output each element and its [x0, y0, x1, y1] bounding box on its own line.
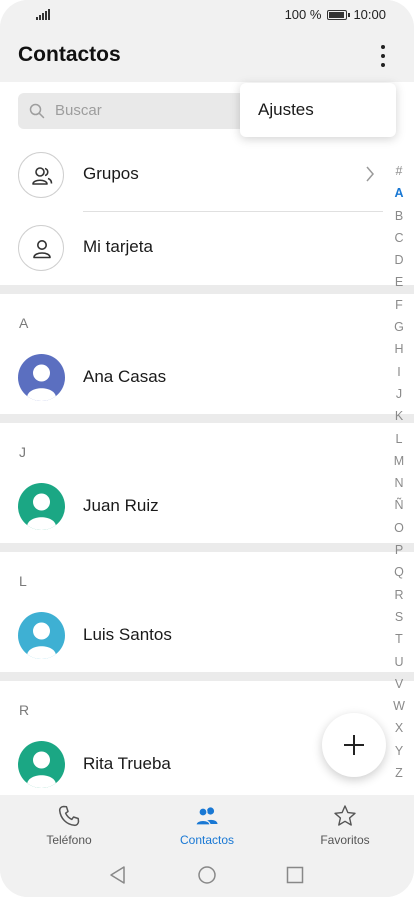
index-letter[interactable]: X — [388, 717, 410, 739]
plus-icon — [344, 735, 364, 755]
menu-item-settings[interactable]: Ajustes — [258, 100, 314, 120]
index-letter[interactable]: L — [388, 428, 410, 450]
chevron-right-icon — [366, 166, 374, 182]
tab-label: Teléfono — [46, 833, 92, 847]
system-navigation-bar — [0, 855, 414, 897]
index-letter[interactable]: E — [388, 271, 410, 293]
avatar — [18, 741, 65, 788]
index-letter[interactable]: # — [388, 160, 410, 182]
index-letter[interactable]: V — [388, 673, 410, 695]
contact-row[interactable]: Juan Ruiz — [0, 471, 380, 543]
index-letter[interactable]: U — [388, 651, 410, 673]
index-letter[interactable]: W — [388, 695, 410, 717]
index-letter[interactable]: C — [388, 227, 410, 249]
index-letter[interactable]: Y — [388, 740, 410, 762]
tab-label: Favoritos — [320, 833, 370, 847]
index-letter[interactable]: G — [388, 316, 410, 338]
index-letter[interactable]: Q — [388, 561, 410, 583]
add-contact-button[interactable] — [322, 713, 386, 777]
battery-icon — [327, 9, 351, 20]
tab-contacts[interactable]: Contactos — [138, 795, 276, 855]
index-letter[interactable]: D — [388, 249, 410, 271]
alphabet-index[interactable]: # A B C D E F G H I J K L M N Ñ O P Q R S T U V W X Y Z — [388, 160, 410, 784]
clock: 10:00 — [353, 7, 386, 22]
section-header: A — [19, 315, 29, 331]
index-letter[interactable]: B — [388, 205, 410, 227]
index-letter[interactable]: Z — [388, 762, 410, 784]
index-letter[interactable]: I — [388, 361, 410, 383]
avatar — [18, 612, 65, 659]
section-l: L Luis Santos — [0, 552, 414, 672]
index-letter[interactable]: J — [388, 383, 410, 405]
search-icon — [29, 103, 45, 119]
back-icon[interactable] — [108, 865, 128, 885]
index-letter[interactable]: N — [388, 472, 410, 494]
contact-row[interactable]: Luis Santos — [0, 600, 380, 672]
contact-name: Luis Santos — [83, 625, 172, 644]
index-letter[interactable]: Ñ — [388, 494, 410, 516]
index-letter[interactable]: O — [388, 517, 410, 539]
contact-name: Juan Ruiz — [83, 496, 159, 515]
avatar — [18, 354, 65, 401]
star-icon — [334, 805, 356, 826]
avatar — [18, 483, 65, 530]
index-letter[interactable]: M — [388, 450, 410, 472]
person-icon — [18, 225, 64, 271]
tab-label: Contactos — [179, 833, 235, 847]
contacts-icon — [195, 807, 218, 826]
section-header: J — [19, 444, 26, 460]
section-j: J Juan Ruiz — [0, 423, 414, 543]
index-letter[interactable]: A — [388, 182, 410, 204]
section-header: L — [19, 573, 27, 589]
section-header: R — [19, 702, 30, 718]
groups-row[interactable]: Grupos — [0, 139, 380, 211]
more-vertical-icon[interactable] — [374, 43, 392, 69]
groups-label: Grupos — [83, 164, 139, 183]
home-icon[interactable] — [197, 865, 217, 885]
index-letter[interactable]: T — [388, 628, 410, 650]
page-title: Contactos — [18, 43, 121, 66]
contact-name: Rita Trueba — [83, 754, 171, 773]
battery-percent: 100 % — [284, 7, 322, 22]
tab-favorites[interactable]: Favoritos — [276, 795, 414, 855]
search-placeholder: Buscar — [55, 102, 102, 119]
recent-apps-icon[interactable] — [285, 865, 305, 885]
contact-name: Ana Casas — [83, 367, 167, 386]
my-card-label: Mi tarjeta — [83, 237, 153, 256]
index-letter[interactable]: H — [388, 338, 410, 360]
contact-row[interactable]: Ana Casas — [0, 342, 380, 414]
index-letter[interactable]: F — [388, 294, 410, 316]
signal-icon — [36, 9, 50, 20]
status-bar: 100 % 10:00 — [0, 0, 414, 30]
phone-icon — [58, 805, 80, 827]
my-card-row[interactable]: Mi tarjeta — [0, 212, 380, 284]
index-letter[interactable]: S — [388, 606, 410, 628]
bottom-navigation: Teléfono Contactos Favoritos — [0, 795, 414, 855]
index-letter[interactable]: R — [388, 584, 410, 606]
section-a: A Ana Casas — [0, 294, 414, 414]
overflow-menu: Ajustes — [240, 83, 396, 137]
phone-screen: 100 % 10:00 Contactos Buscar Grupos Mi t… — [0, 0, 414, 897]
index-letter[interactable]: P — [388, 539, 410, 561]
contacts-list[interactable]: Buscar Grupos Mi tarjeta A Ana Casas J J… — [0, 82, 414, 795]
index-letter[interactable]: K — [388, 405, 410, 427]
groups-icon — [18, 152, 64, 198]
app-header: Contactos — [0, 30, 414, 82]
tab-phone[interactable]: Teléfono — [0, 795, 138, 855]
